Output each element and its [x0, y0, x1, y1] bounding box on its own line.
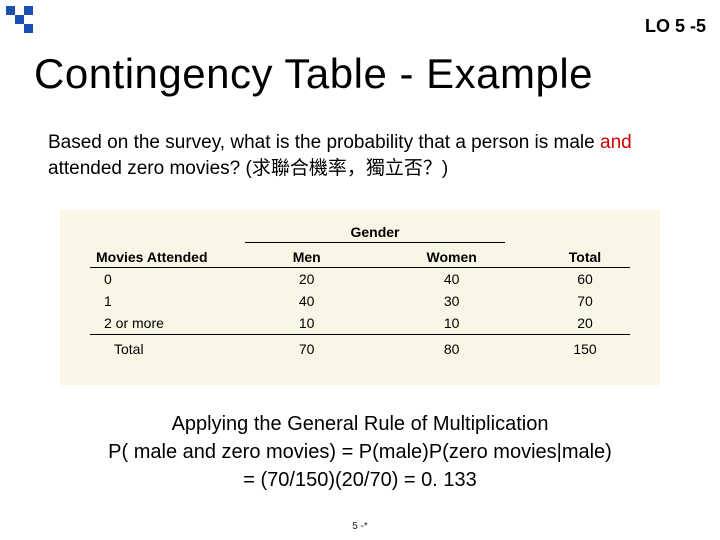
question-suffix: attended zero movies? (求聯合機率，獨立否？) — [48, 158, 448, 179]
answer-line-3: = (70/150)(20/70) = 0. 133 — [0, 466, 720, 494]
cell: 10 — [363, 312, 540, 335]
col-men: Men — [250, 245, 363, 268]
cell: 20 — [540, 312, 630, 335]
cell: 70 — [540, 290, 630, 312]
contingency-table: Gender Movies Attended Men Women Total 0… — [60, 210, 660, 385]
cell: 40 — [250, 290, 363, 312]
logo-icon — [6, 6, 44, 34]
question-highlight: and — [600, 132, 632, 153]
col-total: Total — [540, 245, 630, 268]
cell: 10 — [250, 312, 363, 335]
slide-footer: 5 -* — [0, 521, 720, 532]
cell: 70 — [250, 335, 363, 361]
answer-block: Applying the General Rule of Multiplicat… — [0, 410, 720, 494]
gender-header: Gender — [245, 224, 505, 243]
row-label: 2 or more — [90, 312, 250, 335]
col-movies-attended: Movies Attended — [90, 245, 250, 268]
answer-line-2: P( male and zero movies) = P(male)P(zero… — [0, 438, 720, 466]
question-prefix: Based on the survey, what is the probabi… — [48, 132, 600, 153]
row-label: 1 — [90, 290, 250, 312]
table-row: 1 40 30 70 — [90, 290, 630, 312]
cell: 150 — [540, 335, 630, 361]
table-total-row: Total 70 80 150 — [90, 335, 630, 361]
cell: 80 — [363, 335, 540, 361]
col-women: Women — [363, 245, 540, 268]
cell: 60 — [540, 268, 630, 291]
lo-label: LO 5 -5 — [645, 16, 706, 37]
answer-line-1: Applying the General Rule of Multiplicat… — [0, 410, 720, 438]
table-row: 0 20 40 60 — [90, 268, 630, 291]
cell: 40 — [363, 268, 540, 291]
slide-title: Contingency Table - Example — [34, 50, 593, 98]
row-label: 0 — [90, 268, 250, 291]
cell: 20 — [250, 268, 363, 291]
cell: 30 — [363, 290, 540, 312]
question-text: Based on the survey, what is the probabi… — [48, 130, 668, 181]
table-row: 2 or more 10 10 20 — [90, 312, 630, 335]
row-label-total: Total — [90, 335, 250, 361]
